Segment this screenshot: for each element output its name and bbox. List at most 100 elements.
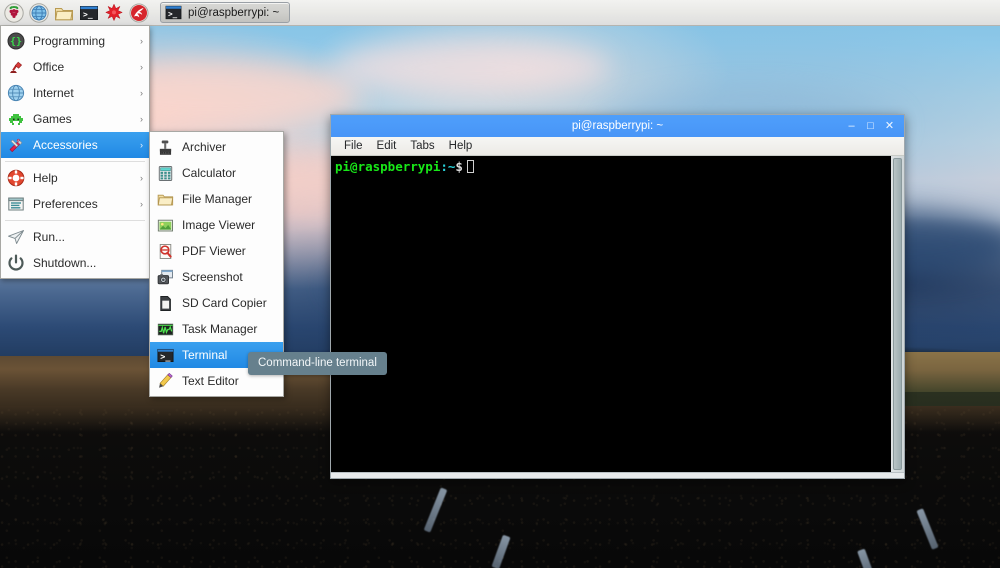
submenu-item-label: PDF Viewer [182,244,246,258]
terminal-scrollbar[interactable] [890,156,904,472]
pdf-viewer-icon [155,241,175,261]
games-icon [6,109,26,129]
terminal-icon: >_ [155,345,175,365]
calculator-icon [155,163,175,183]
menu-item-shutdown[interactable]: Shutdown... [1,250,149,276]
terminal-cursor [467,160,474,173]
menu-item-label: Preferences [33,197,133,211]
menu-item-run[interactable]: Run... [1,224,149,250]
submenu-item-label: Image Viewer [182,218,255,232]
chevron-right-icon: › [140,114,145,124]
wolfram-icon[interactable] [128,2,150,24]
submenu-item-task-manager[interactable]: Task Manager [150,316,283,342]
menu-item-label: Office [33,60,133,74]
chevron-right-icon: › [140,62,145,72]
submenu-item-label: Calculator [182,166,236,180]
menu-item-label: Shutdown... [33,256,136,270]
terminal-window[interactable]: pi@raspberrypi: ~ – □ ✕ File Edit Tabs H… [330,114,905,479]
menu-item-label: Accessories [33,138,133,152]
menu-item-help[interactable]: Help › [1,165,149,191]
submenu-item-pdf-viewer[interactable]: PDF Viewer [150,238,283,264]
terminal-screen[interactable]: pi@raspberrypi:~$ [331,156,890,472]
submenu-item-label: Screenshot [182,270,243,284]
submenu-item-calculator[interactable]: Calculator [150,160,283,186]
chevron-right-icon: › [140,140,145,150]
terminal-statusbar [331,472,904,478]
submenu-item-sd-card-copier[interactable]: SD Card Copier [150,290,283,316]
scrollbar-thumb[interactable] [893,158,902,470]
web-browser-icon[interactable] [28,2,50,24]
preferences-icon [6,194,26,214]
chevron-right-icon: › [140,88,145,98]
menu-item-accessories[interactable]: Accessories › [1,132,149,158]
file-manager-icon[interactable] [53,2,75,24]
menu-tabs[interactable]: Tabs [403,140,441,152]
window-controls: – □ ✕ [846,121,904,132]
screenshot-icon [155,267,175,287]
submenu-item-label: Task Manager [182,322,257,336]
menu-item-label: Programming [33,34,133,48]
menu-item-internet[interactable]: Internet › [1,80,149,106]
mathematica-icon[interactable] [103,2,125,24]
menu-file[interactable]: File [337,140,370,152]
shutdown-icon [6,253,26,273]
svg-text:>_: >_ [83,9,93,18]
sd-card-icon [155,293,175,313]
main-menu: {} Programming › Office › [0,26,150,279]
tooltip-text: Command-line terminal [258,357,377,369]
help-icon [6,168,26,188]
submenu-item-label: Terminal [182,348,227,362]
wallpaper-cloud [330,40,610,95]
accessories-icon [6,135,26,155]
menu-separator [5,161,145,162]
svg-text:>_: >_ [168,9,178,18]
internet-icon [6,83,26,103]
terminal-icon[interactable]: >_ [78,2,100,24]
submenu-item-image-viewer[interactable]: Image Viewer [150,212,283,238]
office-icon [6,57,26,77]
prompt-symbol: $ [455,159,463,174]
terminal-icon: >_ [164,4,182,22]
text-editor-icon [155,371,175,391]
submenu-item-label: Text Editor [182,374,239,388]
taskbar: >_ [0,0,1000,26]
terminal-titlebar[interactable]: pi@raspberrypi: ~ – □ ✕ [331,115,904,137]
tooltip: Command-line terminal [248,352,387,375]
run-icon [6,227,26,247]
prompt-path: :~ [440,159,455,174]
file-manager-icon [155,189,175,209]
submenu-item-file-manager[interactable]: File Manager [150,186,283,212]
menu-item-games[interactable]: Games › [1,106,149,132]
menu-item-office[interactable]: Office › [1,54,149,80]
chevron-right-icon: › [140,36,145,46]
prompt-user-host: pi@raspberrypi [335,159,440,174]
chevron-right-icon: › [140,173,145,183]
archiver-icon [155,137,175,157]
menu-separator [5,220,145,221]
programming-icon: {} [6,31,26,51]
submenu-item-screenshot[interactable]: Screenshot [150,264,283,290]
menu-item-label: Games [33,112,133,126]
menu-help[interactable]: Help [442,140,480,152]
menu-item-preferences[interactable]: Preferences › [1,191,149,217]
taskbar-window-label: pi@raspberrypi: ~ [188,7,279,19]
submenu-item-label: File Manager [182,192,252,206]
menu-edit[interactable]: Edit [370,140,404,152]
maximize-button[interactable]: □ [865,121,876,132]
task-manager-icon [155,319,175,339]
menu-item-label: Internet [33,86,133,100]
image-viewer-icon [155,215,175,235]
taskbar-launchers: >_ [0,2,150,24]
submenu-item-label: SD Card Copier [182,296,267,310]
minimize-button[interactable]: – [846,121,857,132]
svg-text:>_: >_ [160,352,171,362]
raspberry-menu-icon[interactable] [3,2,25,24]
menu-item-programming[interactable]: {} Programming › [1,28,149,54]
taskbar-window-button[interactable]: >_ pi@raspberrypi: ~ [160,2,290,23]
terminal-menubar: File Edit Tabs Help [331,137,904,156]
close-button[interactable]: ✕ [884,121,895,132]
submenu-item-archiver[interactable]: Archiver [150,134,283,160]
terminal-title: pi@raspberrypi: ~ [331,120,904,132]
submenu-item-label: Archiver [182,140,226,154]
terminal-prompt-line: pi@raspberrypi:~$ [335,159,886,174]
